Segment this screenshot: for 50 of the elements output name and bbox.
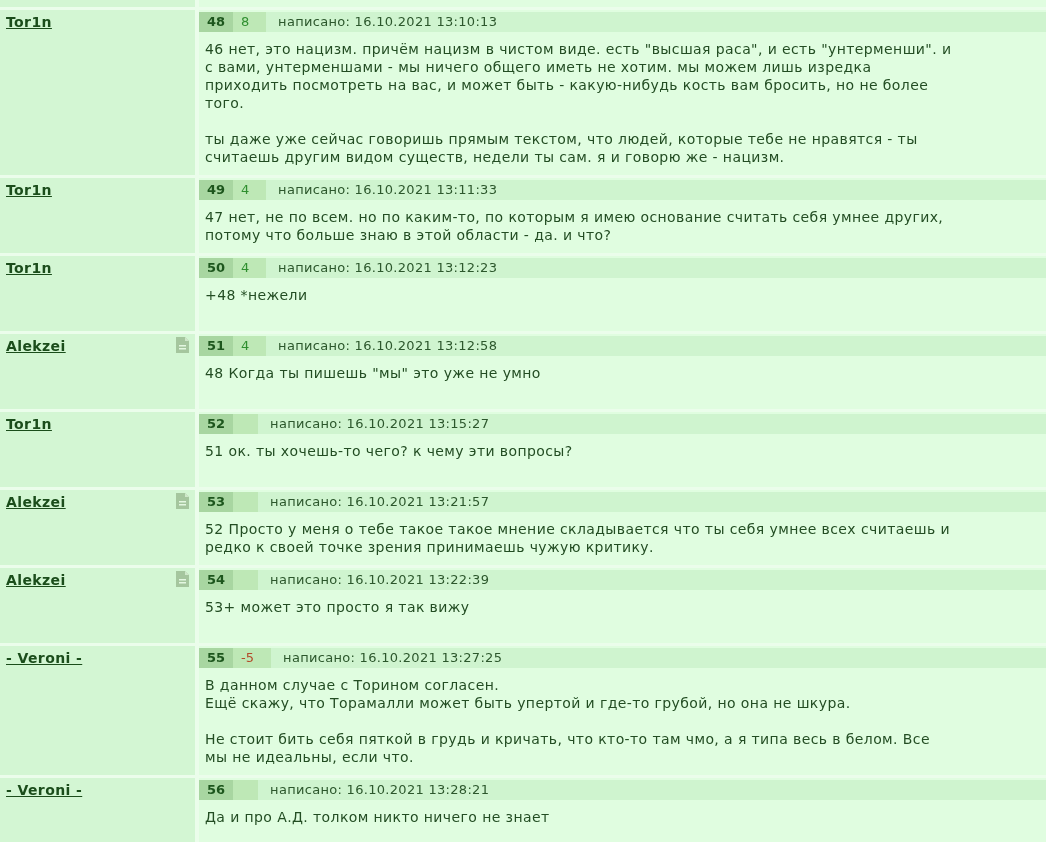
post-number[interactable]: 53 — [199, 492, 234, 512]
post-date: написано: 16.10.2021 13:12:58 — [277, 337, 498, 355]
post-text: 51 ок. ты хочешь-то чего? к чему эти вопросы? — [205, 442, 574, 460]
post-date: написано: 16.10.2021 13:22:39 — [269, 571, 490, 589]
author-link[interactable]: Alekzei — [6, 572, 66, 588]
post-number[interactable]: 49 — [199, 180, 234, 200]
post-text: В данном случае с Торином согласен. Ещё скажу, что Торамалли может быть упертой и где-то грубой, но она не шкура. — [205, 676, 852, 712]
post-number[interactable]: 52 — [199, 414, 234, 434]
post-date: написано: 16.10.2021 13:11:33 — [277, 181, 498, 199]
post-number[interactable]: 50 — [199, 258, 234, 278]
post-date: написано: 16.10.2021 13:12:23 — [277, 259, 498, 277]
post-text: 48 Когда ты пишешь "мы" это уже не умно — [205, 364, 542, 382]
post-rating: 4 — [233, 336, 267, 356]
post-rating — [233, 492, 259, 512]
post-rating — [233, 780, 259, 800]
post-rating: 4 — [233, 258, 267, 278]
post-date: написано: 16.10.2021 13:27:25 — [282, 649, 503, 667]
post-date: написано: 16.10.2021 13:28:21 — [269, 781, 490, 799]
author-link[interactable]: Tor1n — [6, 182, 52, 198]
post-rating: 4 — [233, 180, 267, 200]
post-number[interactable]: 55 — [199, 648, 234, 668]
post-text: Да и про А.Д. толком никто ничего не знает — [205, 808, 551, 826]
post-number[interactable]: 54 — [199, 570, 234, 590]
post-text: Не стоит бить себя пяткой в грудь и кричать, что кто-то там чмо, а я типа весь в белом. Все мы не идеальны, если что. — [205, 730, 931, 766]
author-link[interactable]: Alekzei — [6, 494, 66, 510]
post-rating — [233, 570, 259, 590]
post-date: написано: 16.10.2021 13:21:57 — [269, 493, 490, 511]
author-link[interactable]: - Veroni - — [6, 650, 83, 666]
post-rating: -5 — [233, 648, 272, 668]
document-icon[interactable] — [176, 571, 189, 587]
post-text: ты даже уже сейчас говоришь прямым текстом, что людей, которые тебе не нравятся - ты считаешь другим видом существ, недели ты сам. я и говорю же - нацизм. — [205, 130, 919, 166]
document-icon[interactable] — [176, 337, 189, 353]
post-text: 53+ может это просто я так вижу — [205, 598, 471, 616]
document-icon[interactable] — [176, 493, 189, 509]
post-text: +48 *нежели — [205, 286, 309, 304]
post-text: 52 Просто у меня о тебе такое такое мнение складывается что ты себя умнее всех считаешь и редко к своей точке зрения принимаешь чужую критику. — [205, 520, 951, 556]
post-rating: 8 — [233, 12, 267, 32]
post-number[interactable]: 48 — [199, 12, 234, 32]
author-link[interactable]: Tor1n — [6, 14, 52, 30]
author-link[interactable]: Alekzei — [6, 338, 66, 354]
post-date: написано: 16.10.2021 13:15:27 — [269, 415, 490, 433]
post-number[interactable]: 51 — [199, 336, 234, 356]
author-link[interactable]: - Veroni - — [6, 782, 83, 798]
post-rating — [233, 414, 259, 434]
post-number[interactable]: 56 — [199, 780, 234, 800]
author-link[interactable]: Tor1n — [6, 260, 52, 276]
post-text: 47 нет, не по всем. но по каким-то, по которым я имею основание считать себя умнее других, потому что больше знаю в этой области - да. и что? — [205, 208, 945, 244]
post-text: 46 нет, это нацизм. причём нацизм в чистом виде. есть "высшая раса", и есть "унтерменши". и с вами, унтерменшами - мы ничего общего иметь не хотим. мы можем лишь изредка приходить посмотреть на вас, и может быть - какую-нибудь кость вам бросить, но не более того. — [205, 40, 953, 112]
author-link[interactable]: Tor1n — [6, 416, 52, 432]
post-date: написано: 16.10.2021 13:10:13 — [277, 13, 498, 31]
